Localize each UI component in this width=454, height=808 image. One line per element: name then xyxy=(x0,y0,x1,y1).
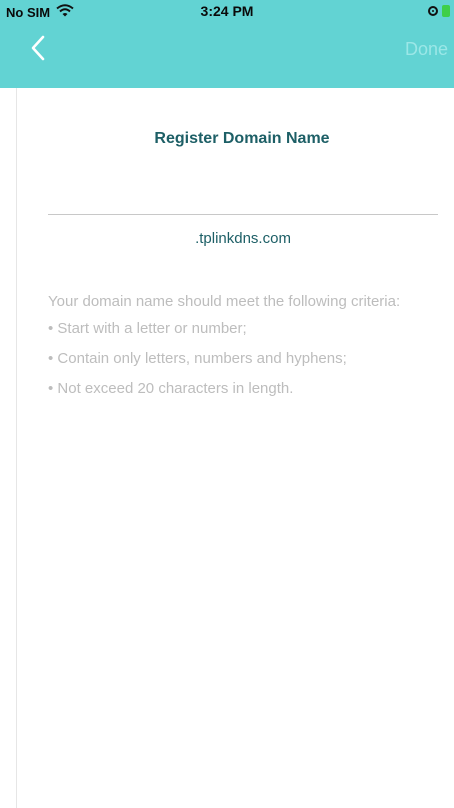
criteria-item: • Not exceed 20 characters in length. xyxy=(48,380,294,397)
battery-charging-icon xyxy=(442,5,450,17)
back-button[interactable] xyxy=(28,32,60,68)
criteria-item: • Contain only letters, numbers and hyph… xyxy=(48,350,347,367)
left-divider xyxy=(16,88,17,808)
status-time: 3:24 PM xyxy=(200,3,254,19)
status-bar: No SIM 3:24 PM xyxy=(0,0,454,24)
domain-suffix: .tplinkdns.com xyxy=(195,230,291,247)
header-bar: No SIM 3:24 PM Done xyxy=(0,0,454,88)
criteria-item-text: Not exceed 20 characters in length. xyxy=(57,380,294,397)
done-button[interactable]: Done xyxy=(405,39,448,60)
criteria-intro: Your domain name should meet the followi… xyxy=(48,293,401,310)
status-right xyxy=(428,5,450,17)
rotation-lock-icon xyxy=(428,6,438,16)
domain-name-input[interactable] xyxy=(48,188,438,215)
criteria-item-text: Start with a letter or number; xyxy=(57,320,247,337)
criteria-item-text: Contain only letters, numbers and hyphen… xyxy=(57,350,347,367)
criteria-item: • Start with a letter or number; xyxy=(48,320,247,337)
chevron-left-icon xyxy=(28,35,48,68)
criteria-hint: Your domain name should meet the followi… xyxy=(48,292,440,409)
nav-bar: Done xyxy=(0,24,454,78)
app-screen: No SIM 3:24 PM Done Register Domain Name… xyxy=(0,0,454,808)
page-title: Register Domain Name xyxy=(154,130,330,147)
